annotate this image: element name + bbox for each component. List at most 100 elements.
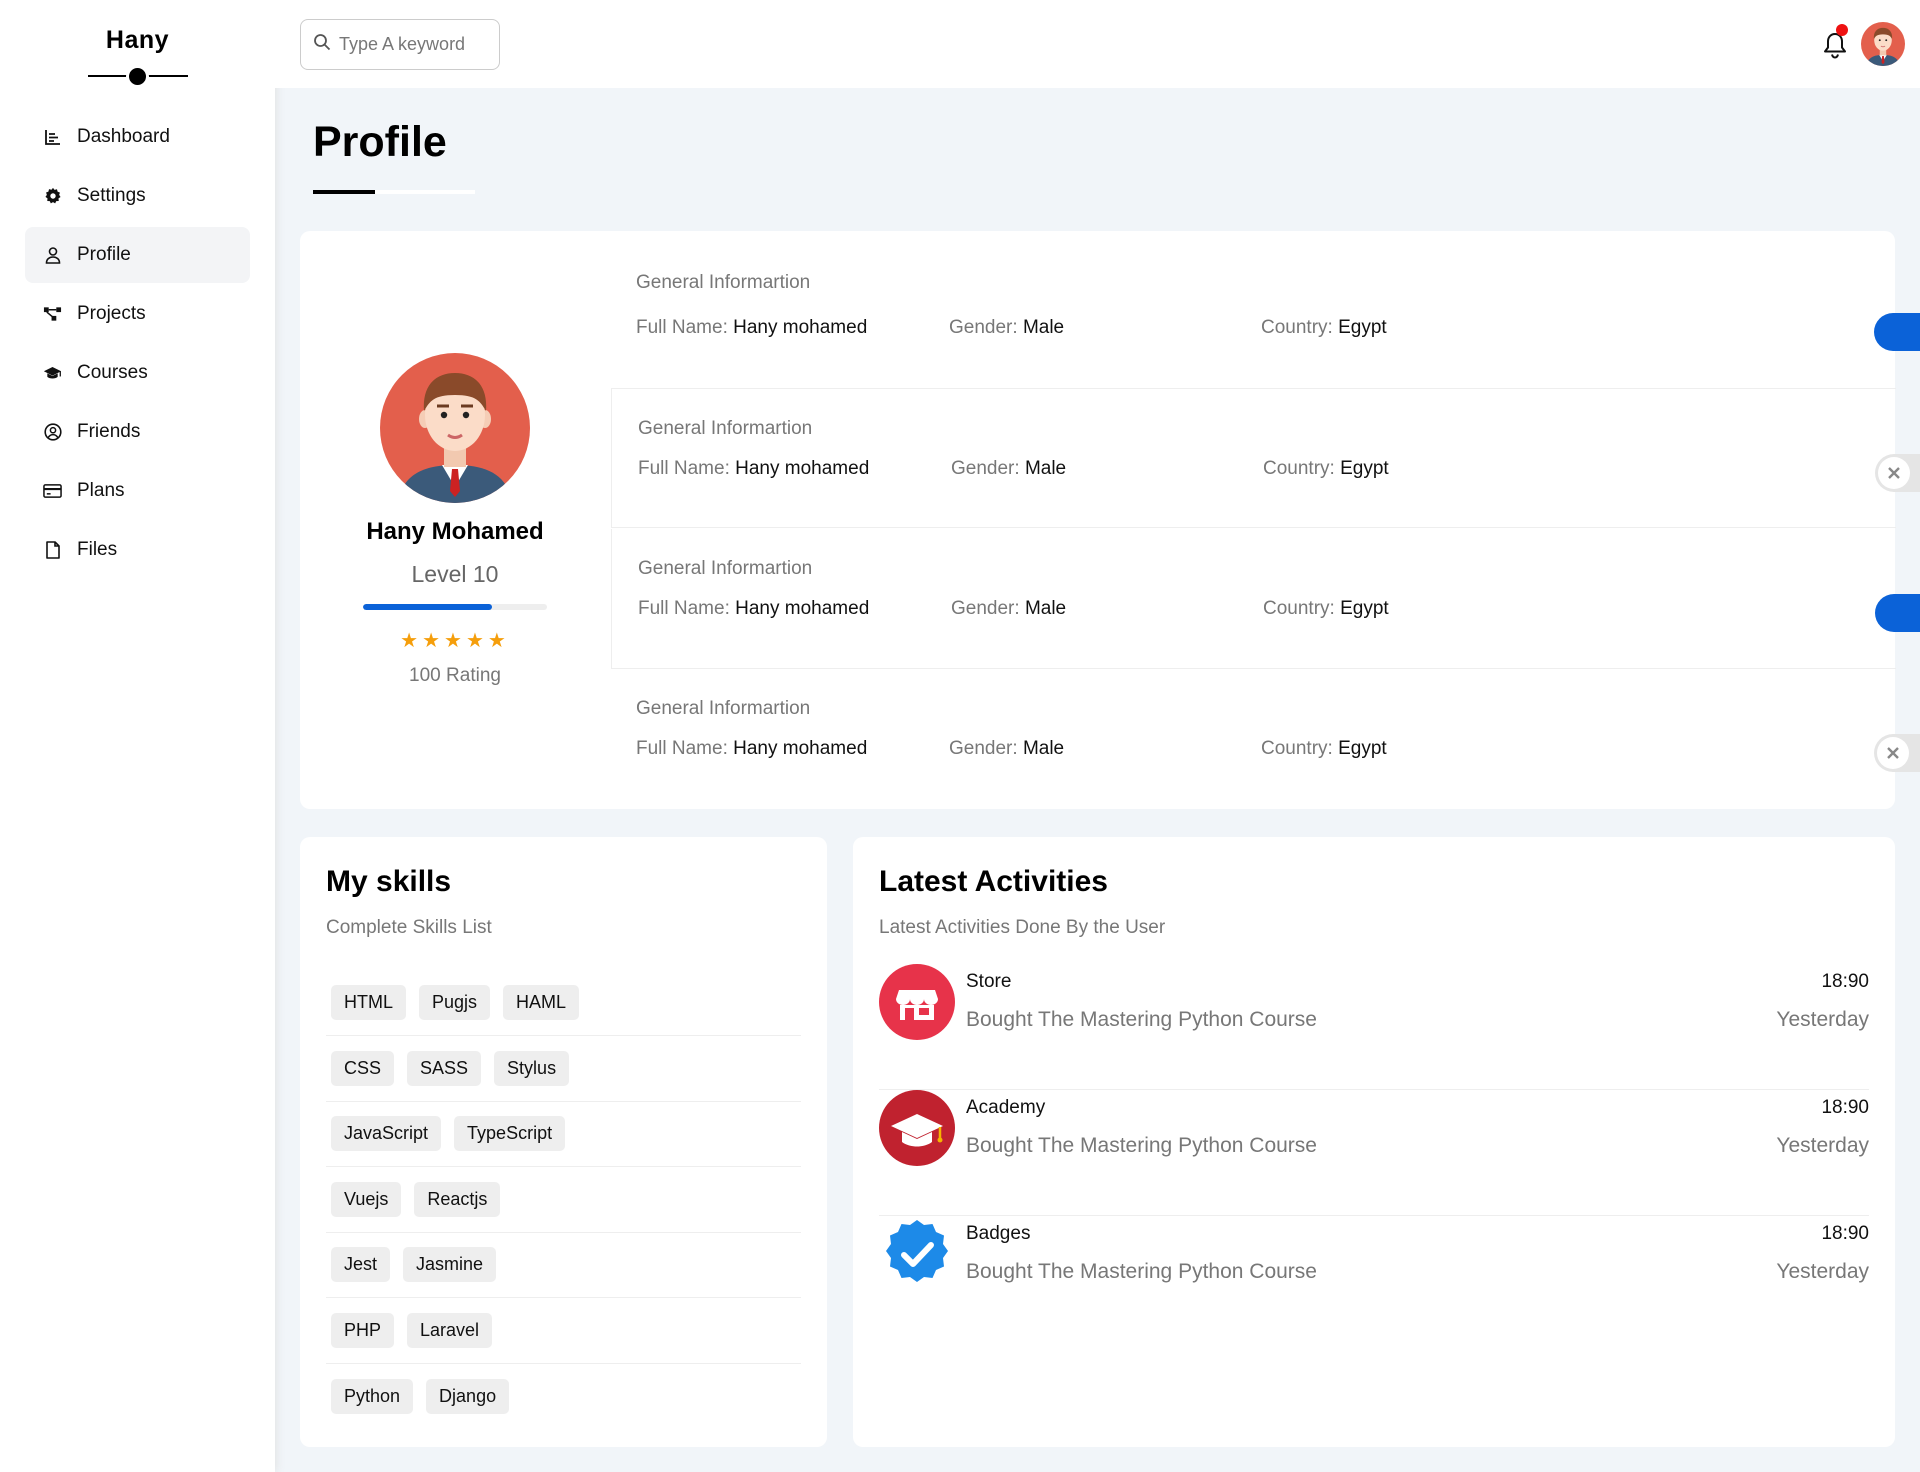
toggle-switch[interactable] — [1874, 313, 1920, 351]
brand-decoration — [87, 65, 188, 88]
activity-date: Yesterday — [1776, 1260, 1869, 1283]
skill-chip: Python — [331, 1378, 414, 1414]
activity-item: Badges Bought The Mastering Python Cours… — [879, 1216, 1869, 1342]
skill-row: JavaScript TypeScript — [326, 1101, 801, 1167]
sidebar-item-label: Plans — [77, 480, 125, 501]
skill-chip: HTML — [331, 985, 406, 1020]
activity-title: Badges — [966, 1223, 1031, 1244]
skill-chip: PHP — [331, 1312, 395, 1348]
skill-row: CSS SASS Stylus — [326, 1036, 801, 1102]
rating-text: 100 Rating — [409, 665, 501, 686]
skills-subtitle: Complete Skills List — [326, 917, 492, 938]
user-icon — [43, 246, 62, 265]
sidebar-item-files[interactable]: Files — [25, 522, 250, 578]
skill-row: Python Django — [326, 1363, 801, 1429]
activity-desc: Bought The Mastering Python Course — [966, 1134, 1317, 1157]
sidebar-item-label: Dashboard — [77, 126, 170, 147]
skill-chip: Vuejs — [331, 1181, 402, 1217]
activity-time: 18:90 — [1821, 971, 1869, 992]
info-row: General Informartion Full Name: Hany moh… — [611, 388, 1920, 528]
skill-chip: SASS — [407, 1050, 482, 1086]
info-title: General Informartion — [636, 272, 811, 293]
top-header — [275, 0, 1920, 88]
profile-card: Hany Mohamed Level 10 ★★★★★ 100 Rating G… — [300, 231, 1920, 809]
academy-icon — [879, 1090, 955, 1166]
skill-chip: JavaScript — [331, 1116, 442, 1151]
sidebar-item-profile[interactable]: Profile — [25, 227, 250, 283]
activities-subtitle: Latest Activities Done By the User — [879, 917, 1166, 938]
activity-time: 18:90 — [1821, 1223, 1869, 1244]
sidebar-item-plans[interactable]: Plans — [25, 463, 250, 519]
full-name-field: Full Name: Hany mohamed — [636, 317, 868, 338]
skill-row: HTML Pugjs HAML — [326, 970, 801, 1036]
sidebar-item-label: Files — [77, 539, 118, 560]
activity-title: Store — [966, 971, 1012, 992]
search-box[interactable] — [300, 19, 500, 70]
info-row: General Informartion Full Name: Hany moh… — [611, 529, 1920, 669]
file-icon — [43, 541, 62, 560]
gear-icon — [43, 187, 62, 206]
skill-chip: Laravel — [407, 1312, 493, 1348]
gender-field: Gender: Male — [951, 458, 1067, 479]
info-title: General Informartion — [636, 698, 811, 719]
country-field: Country: Egypt — [1263, 458, 1389, 479]
info-title: General Informartion — [638, 558, 813, 579]
avatar[interactable] — [1861, 22, 1905, 66]
sidebar-item-settings[interactable]: Settings — [25, 168, 250, 224]
star-icon: ★ — [465, 630, 488, 652]
store-icon — [879, 964, 955, 1040]
close-icon — [1887, 747, 1899, 759]
level-progress-fill — [363, 604, 492, 610]
activity-item: Store Bought The Mastering Python Course… — [879, 964, 1869, 1090]
skill-chip: Reactjs — [414, 1181, 501, 1217]
skill-chip: Stylus — [494, 1050, 570, 1086]
info-row: General Informartion Full Name: Hany moh… — [610, 231, 1920, 371]
notification-badge — [1836, 24, 1848, 36]
star-icon: ★ — [487, 630, 510, 652]
info-row: General Informartion Full Name: Hany moh… — [610, 669, 1920, 809]
skill-chip: HAML — [503, 985, 580, 1020]
skills-card: My skills Complete Skills List HTML Pugjs… — [300, 837, 827, 1447]
skills-title: My skills — [326, 865, 452, 898]
skill-chip: Pugjs — [419, 985, 491, 1020]
page-title: Profile — [313, 118, 447, 166]
sidebar: Hany Dashboard Settings Profile Projects… — [0, 0, 275, 1472]
skill-chip: Jest — [331, 1247, 391, 1282]
activity-date: Yesterday — [1776, 1134, 1869, 1157]
gender-field: Gender: Male — [949, 738, 1065, 759]
user-circle-icon — [43, 423, 62, 442]
graduation-cap-icon — [43, 364, 62, 383]
full-name-field: Full Name: Hany mohamed — [638, 458, 870, 479]
level-progress-bar — [363, 604, 547, 610]
star-icon: ★ — [444, 630, 466, 652]
star-icon: ★ — [400, 630, 423, 652]
toggle-switch[interactable] — [1875, 454, 1920, 492]
avatar — [380, 353, 530, 503]
activity-item: Academy Bought The Mastering Python Cour… — [879, 1090, 1869, 1216]
profile-summary: Hany Mohamed Level 10 ★★★★★ 100 Rating — [300, 231, 610, 809]
sidebar-item-friends[interactable]: Friends — [25, 404, 250, 460]
sidebar-item-label: Settings — [77, 185, 146, 206]
full-name-field: Full Name: Hany mohamed — [636, 738, 868, 759]
close-icon — [1888, 467, 1900, 479]
brand-title: Hany — [105, 26, 170, 54]
title-underline — [313, 190, 475, 194]
skill-row: PHP Laravel — [326, 1298, 801, 1364]
toggle-switch[interactable] — [1874, 734, 1920, 772]
search-input[interactable] — [339, 34, 489, 55]
activity-time: 18:90 — [1821, 1097, 1869, 1118]
activity-title: Academy — [966, 1097, 1046, 1118]
skill-chip: TypeScript — [454, 1116, 566, 1151]
skill-row: Jest Jasmine — [326, 1232, 801, 1298]
sidebar-item-courses[interactable]: Courses — [25, 345, 250, 401]
sidebar-item-label: Projects — [77, 303, 146, 324]
toggle-switch[interactable] — [1875, 594, 1920, 632]
activity-desc: Bought The Mastering Python Course — [966, 1008, 1317, 1031]
sidebar-item-projects[interactable]: Projects — [25, 286, 250, 342]
gender-field: Gender: Male — [951, 598, 1067, 619]
skill-chip: Django — [426, 1378, 510, 1414]
sidebar-item-dashboard[interactable]: Dashboard — [25, 109, 250, 165]
rating-stars: ★★★★★ — [300, 628, 610, 653]
brand: Hany — [0, 0, 275, 88]
search-icon — [313, 33, 331, 56]
